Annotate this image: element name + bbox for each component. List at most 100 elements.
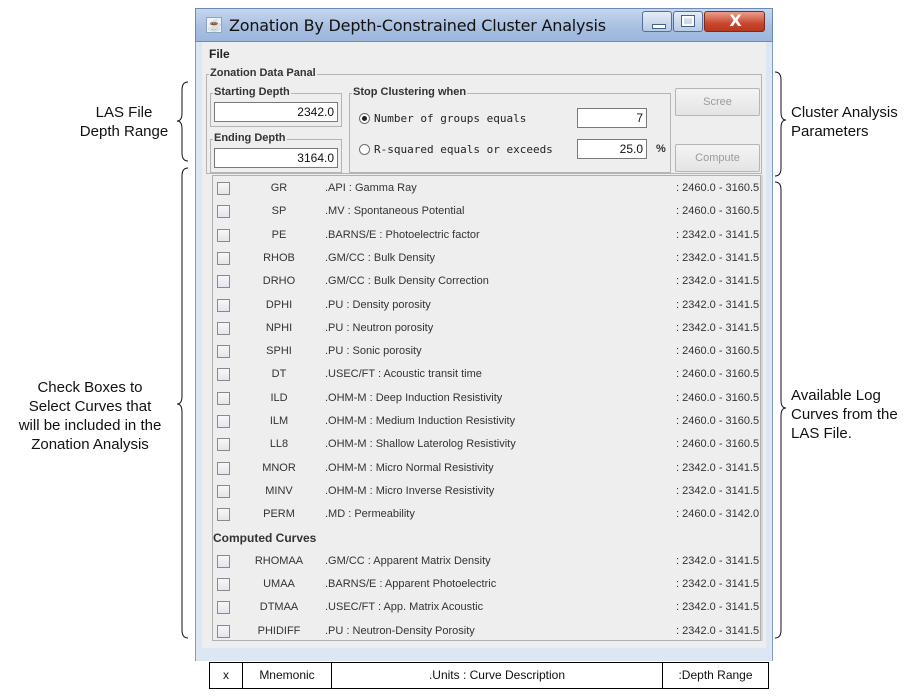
- curve-mnemonic: DTMAA: [259, 601, 299, 614]
- rsquared-field[interactable]: 25.0: [577, 139, 647, 159]
- maximize-icon: [681, 15, 695, 27]
- menu-file[interactable]: File: [209, 47, 230, 61]
- curve-mnemonic: MNOR: [262, 461, 296, 474]
- maximize-button[interactable]: [673, 11, 703, 32]
- curve-description: .OHM-M : Medium Induction Resistivity: [325, 415, 516, 427]
- menu-bar: File: [202, 42, 766, 64]
- curve-depth-range: : 2342.0 - 3141.5: [676, 298, 760, 311]
- curve-row: DTMAA .USEC/FT : App. Matrix Acoustic: 23…: [213, 599, 760, 619]
- curve-row: ILM .OHM-M : Medium Induction Resistivity…: [213, 413, 760, 433]
- annotation-line: LAS File: [95, 104, 153, 121]
- curve-description: .GM/CC : Bulk Density Correction: [325, 275, 489, 288]
- ending-depth-field[interactable]: 3164.0: [214, 148, 338, 168]
- curve-row: PHIDIFF .PU : Neutron-Density Porosity: 2…: [213, 623, 760, 643]
- curve-checkbox[interactable]: [217, 484, 230, 498]
- stop-clustering-group: Stop Clustering when Number of groups eq…: [349, 86, 671, 173]
- curve-description: .BARNS/E : Apparent Photoelectric: [325, 578, 497, 591]
- annotation-line: Cluster Analysis: [791, 104, 898, 121]
- annotation-line: will be included in the: [18, 417, 162, 434]
- close-icon: X: [729, 11, 742, 30]
- minimize-icon: [652, 24, 666, 29]
- curve-description: .OHM-M : Micro Normal Resistivity: [325, 461, 494, 474]
- ending-depth-label: Ending Depth: [213, 132, 287, 144]
- curve-mnemonic: DT: [271, 368, 287, 381]
- legend-range-col: :Depth Range: [678, 668, 753, 682]
- close-button[interactable]: X: [704, 11, 765, 32]
- curve-depth-range: : 2342.0 - 3141.5: [676, 251, 760, 264]
- curve-description: .API : Gamma Ray: [325, 182, 417, 194]
- curve-mnemonic: LL8: [269, 438, 289, 451]
- curve-checkbox[interactable]: [217, 298, 230, 312]
- curve-depth-range: : 2342.0 - 3141.5: [676, 624, 760, 637]
- curve-checkbox[interactable]: [217, 508, 230, 522]
- annotation-line: Check Boxes to: [37, 379, 143, 396]
- curve-mnemonic: PERM: [263, 508, 295, 521]
- curve-checkbox[interactable]: [217, 438, 230, 452]
- curve-depth-range: : 2460.0 - 3160.5: [676, 182, 760, 194]
- curve-row: LL8 .OHM-M : Shallow Laterolog Resistivit…: [213, 436, 760, 456]
- starting-depth-group: Starting Depth 2342.0: [210, 86, 342, 127]
- groups-radio-label: Number of groups equals: [374, 112, 527, 125]
- curve-checkbox[interactable]: [217, 554, 230, 568]
- curve-row: ILD .OHM-M : Deep Induction Resistivity: …: [213, 390, 760, 410]
- curve-mnemonic: MINV: [265, 484, 293, 497]
- curve-row: NPHI .PU : Neutron porosity: 2342.0 - 314…: [213, 320, 760, 340]
- curve-mnemonic: GR: [270, 182, 288, 194]
- curve-description: .PU : Sonic porosity: [325, 345, 422, 358]
- curve-checkbox[interactable]: [217, 391, 230, 405]
- compute-button[interactable]: Compute: [675, 144, 760, 172]
- curve-checkbox[interactable]: [217, 182, 230, 195]
- groups-count-field[interactable]: 7: [577, 108, 647, 128]
- curve-mnemonic: DRHO: [262, 275, 296, 288]
- scree-button[interactable]: Scree: [675, 88, 760, 116]
- curve-checkbox[interactable]: [217, 228, 230, 242]
- curve-mnemonic: NPHI: [265, 321, 293, 334]
- rsquared-radio[interactable]: [359, 144, 370, 155]
- annotation-available-curves: Available Log Curves from the LAS File.: [791, 386, 921, 443]
- curve-checkbox[interactable]: [217, 251, 230, 265]
- minimize-button[interactable]: [642, 11, 672, 32]
- title-bar[interactable]: ☕ Zonation By Depth-Constrained Cluster …: [195, 8, 773, 42]
- curve-row: PE .BARNS/E : Photoelectric factor: 2342.…: [213, 227, 760, 247]
- curve-mnemonic: RHOMAA: [254, 554, 304, 567]
- annotation-line: Curves from the: [791, 406, 898, 423]
- curve-checkbox[interactable]: [217, 321, 230, 335]
- curve-checkbox[interactable]: [217, 461, 230, 475]
- column-legend: x Mnemonic .Units : Curve Description :D…: [209, 662, 769, 689]
- brace-left-checkboxes: [176, 167, 189, 639]
- starting-depth-label: Starting Depth: [213, 86, 291, 98]
- curve-description: .USEC/FT : Acoustic transit time: [325, 368, 482, 381]
- curve-mnemonic: RHOB: [263, 251, 295, 264]
- zonation-data-panel: Zonation Data Panal Starting Depth 2342.…: [206, 67, 762, 174]
- curve-checkbox[interactable]: [217, 624, 230, 638]
- curve-mnemonic: PHIDIFF: [257, 624, 301, 637]
- annotation-las-depth: LAS File Depth Range: [74, 103, 174, 141]
- curve-depth-range: : 2342.0 - 3141.5: [676, 554, 760, 567]
- curve-row: MINV .OHM-M : Micro Inverse Resistivity: …: [213, 483, 760, 503]
- computed-curves-heading: Computed Curves: [213, 530, 317, 545]
- stop-clustering-title: Stop Clustering when: [352, 86, 468, 98]
- legend-mnemonic-col: Mnemonic: [243, 663, 332, 688]
- curve-mnemonic: SPHI: [266, 345, 292, 358]
- curve-depth-range: : 2460.0 - 3142.0: [676, 508, 760, 521]
- curve-checkbox[interactable]: [217, 601, 230, 615]
- curve-depth-range: : 2460.0 - 3160.5: [676, 391, 760, 404]
- curve-checkbox[interactable]: [217, 205, 230, 219]
- curve-checkbox[interactable]: [217, 578, 230, 592]
- curve-checkbox[interactable]: [217, 275, 230, 289]
- curve-row: RHOB .GM/CC : Bulk Density: 2342.0 - 3141…: [213, 250, 760, 270]
- groups-radio[interactable]: [359, 113, 370, 124]
- curve-checkbox[interactable]: [217, 368, 230, 382]
- starting-depth-field[interactable]: 2342.0: [214, 102, 338, 122]
- curve-checkbox[interactable]: [217, 345, 230, 359]
- curve-depth-range: : 2460.0 - 3160.5: [676, 415, 760, 427]
- curve-depth-range: : 2460.0 - 3160.5: [676, 368, 760, 381]
- curve-checkbox[interactable]: [217, 415, 230, 428]
- curve-list: GR .API : Gamma Ray: 2460.0 - 3160.5 SP .MV…: [212, 175, 761, 641]
- curve-depth-range: : 2342.0 - 3141.5: [676, 461, 760, 474]
- curve-depth-range: : 2342.0 - 3141.5: [676, 578, 760, 591]
- curve-depth-range: : 2460.0 - 3160.5: [676, 345, 760, 358]
- curve-mnemonic: ILD: [270, 391, 288, 404]
- curve-description: .MD : Permeability: [325, 508, 415, 521]
- brace-left-depth: [176, 81, 189, 162]
